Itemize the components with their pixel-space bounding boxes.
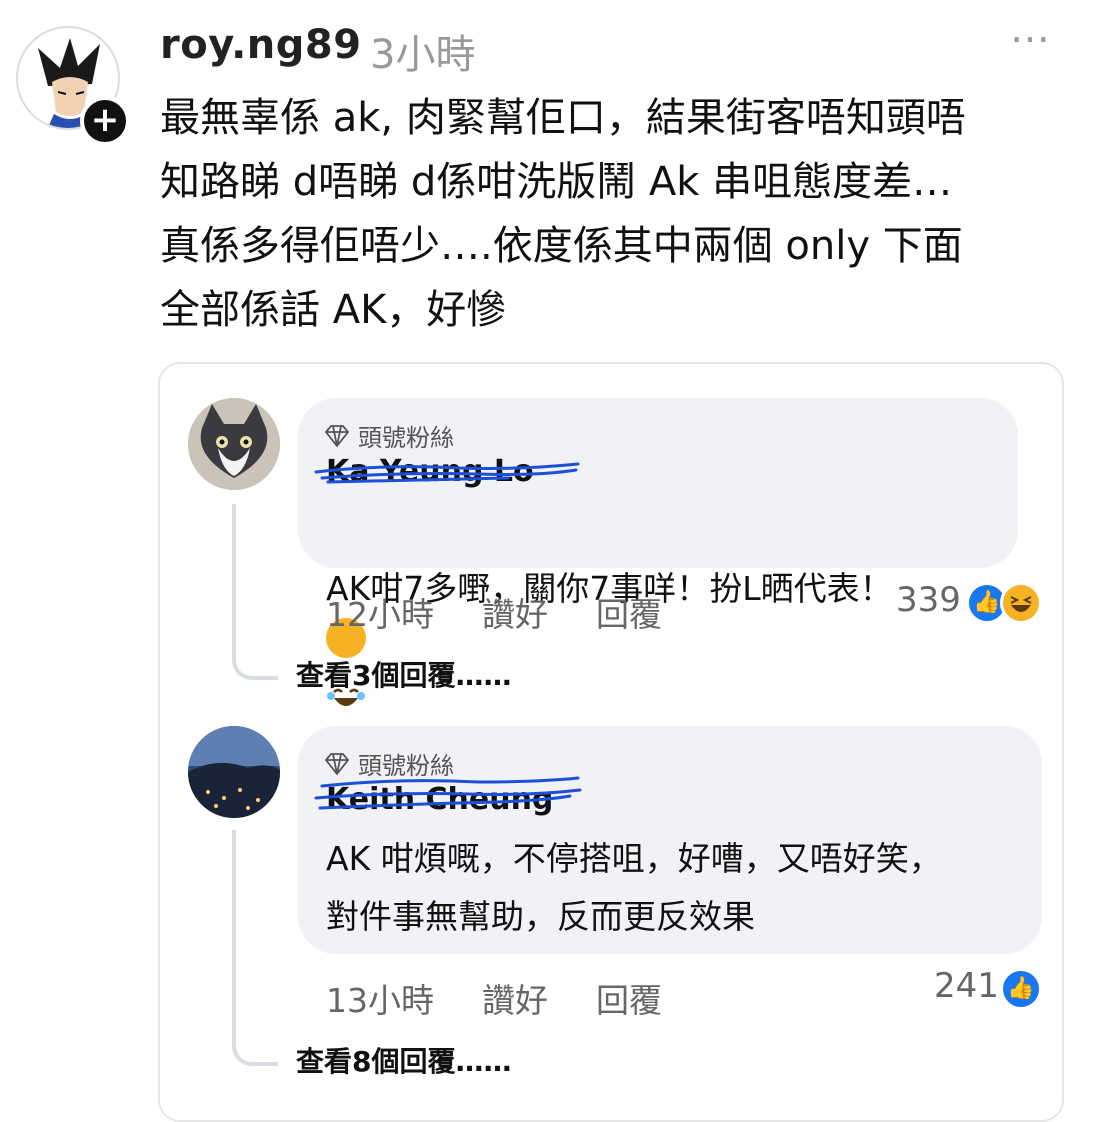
top-fan-label: 頭號粉絲	[358, 752, 454, 780]
reaction-count[interactable]: 241	[934, 966, 999, 1006]
reply-button[interactable]: 回覆	[596, 974, 662, 1022]
top-fan-badge: 頭號粉絲	[324, 418, 454, 453]
top-fan-label: 頭號粉絲	[358, 424, 454, 452]
like-button[interactable]: 讚好	[482, 974, 548, 1022]
laugh-icon	[1000, 582, 1042, 624]
poster-username[interactable]: roy.ng89	[160, 22, 362, 68]
comment-time: 13小時	[326, 981, 434, 1020]
embedded-comments-card: 頭號粉絲 Ka Yeung Lo AK咁7多嘢，關你7事咩！扮L晒代表！ 12小…	[158, 362, 1064, 1122]
comment-bubble: 頭號粉絲 Ka Yeung Lo AK咁7多嘢，關你7事咩！扮L晒代表！	[298, 398, 1018, 706]
post-body-text: 最無辜係 ak, 肉緊幫佢口，結果街客唔知頭唔 知路睇 d唔睇 d係咁洗版鬧 A…	[160, 95, 966, 333]
reply-thread-line	[232, 504, 278, 680]
reaction-count[interactable]: 339	[896, 580, 961, 620]
reply-button[interactable]: 回覆	[596, 588, 662, 636]
view-replies-link[interactable]: 查看8個回覆……	[296, 1040, 511, 1080]
commenter-name[interactable]: Ka Yeung Lo	[326, 454, 534, 489]
more-options-icon[interactable]: ⋯	[1010, 16, 1052, 62]
comment-text: AK 咁煩嘅，不停搭咀，好嘈，又唔好笑， 對件事無幫助，反而更反效果	[326, 839, 942, 936]
reply-thread-line	[232, 830, 278, 1066]
comment-time: 12小時	[326, 595, 434, 634]
post-time: 3小時	[370, 32, 476, 78]
diamond-icon	[324, 753, 350, 781]
follow-plus-icon[interactable]: +	[80, 96, 130, 146]
commenter-avatar-ka-yeung-lo[interactable]	[188, 398, 280, 490]
diamond-icon	[324, 425, 350, 453]
like-icon: 👍	[1000, 968, 1042, 1010]
commenter-avatar-keith-cheung[interactable]	[188, 726, 280, 818]
like-button[interactable]: 讚好	[482, 588, 548, 636]
top-fan-badge: 頭號粉絲	[324, 746, 454, 781]
view-replies-link[interactable]: 查看3個回覆……	[296, 654, 511, 694]
comment-bubble: 頭號粉絲 Keith Cheung AK 咁煩嘅，不停搭咀，好嘈，又唔好笑， 對…	[298, 726, 1042, 954]
commenter-name[interactable]: Keith Cheung	[326, 782, 553, 817]
